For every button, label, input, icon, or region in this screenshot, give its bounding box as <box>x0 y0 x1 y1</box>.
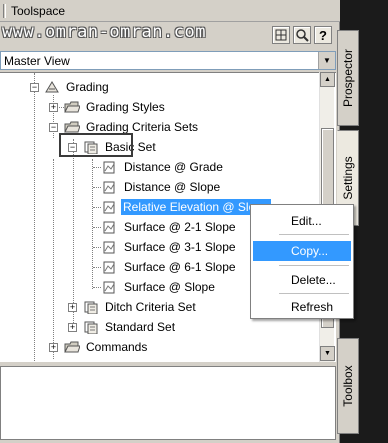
chevron-down-icon[interactable]: ▼ <box>318 52 335 69</box>
tree-node-ditch-criteria-set[interactable]: Ditch Criteria Set <box>103 299 198 315</box>
tree-node-surface-slope[interactable]: Surface @ Slope <box>122 279 217 295</box>
expand-ditch-criteria-set-icon[interactable]: + <box>68 303 77 312</box>
drawing-area <box>360 0 388 443</box>
expand-grading-styles-icon[interactable]: + <box>49 103 58 112</box>
tree-node-distance-slope[interactable]: Distance @ Slope <box>122 179 222 195</box>
tab-settings-label: Settings <box>341 156 355 200</box>
tree-node-relative-elevation-slope[interactable]: Relative Elevation @ Slope <box>121 199 271 215</box>
folder-icon <box>64 100 81 114</box>
search-icon[interactable] <box>293 26 311 44</box>
tree-node-grading[interactable]: Grading <box>64 79 111 95</box>
tree-node-surface-3-1[interactable]: Surface @ 3-1 Slope <box>122 239 238 255</box>
grading-criteria-icon <box>102 260 118 274</box>
tab-toolbox-label: Toolbox <box>341 365 355 407</box>
tree-node-grading-styles[interactable]: Grading Styles <box>84 99 167 115</box>
tab-prospector-label: Prospector <box>341 48 355 108</box>
palette-title: Toolspace <box>11 4 66 18</box>
menu-item-refresh[interactable]: Refresh <box>253 297 351 317</box>
tree-node-commands[interactable]: Commands <box>84 339 149 355</box>
scroll-up-arrow-icon[interactable]: ▲ <box>320 72 335 87</box>
menu-item-delete[interactable]: Delete... <box>253 270 351 290</box>
view-selector-value: Master View <box>4 54 70 68</box>
tree-node-distance-grade[interactable]: Distance @ Grade <box>122 159 225 175</box>
scroll-down-arrow-icon[interactable]: ▼ <box>320 346 335 361</box>
grading-criteria-icon <box>102 220 118 234</box>
collapse-grading-icon[interactable]: − <box>30 83 39 92</box>
collapse-grading-criteria-sets-icon[interactable]: − <box>49 123 58 132</box>
tree-node-standard-set[interactable]: Standard Set <box>103 319 177 335</box>
criteria-set-icon <box>83 300 99 315</box>
tree-node-surface-2-1[interactable]: Surface @ 2-1 Slope <box>122 219 238 235</box>
context-menu: Edit... Copy... Delete... Refresh <box>250 204 354 319</box>
watermark-text: www.omran-omran.com <box>2 22 206 42</box>
grading-icon <box>44 80 60 94</box>
svg-text:?: ? <box>319 28 327 43</box>
menu-item-edit[interactable]: Edit... <box>253 211 351 231</box>
grading-criteria-icon <box>102 200 118 214</box>
criteria-set-icon <box>83 320 99 335</box>
menu-item-copy[interactable]: Copy... <box>253 241 351 261</box>
item-view-panel <box>0 366 336 440</box>
tab-prospector[interactable]: Prospector <box>337 30 359 126</box>
grading-criteria-icon <box>102 160 118 174</box>
grid-icon[interactable] <box>272 26 290 44</box>
tab-toolbox[interactable]: Toolbox <box>337 338 359 434</box>
folder-icon <box>64 340 81 354</box>
expand-commands-icon[interactable]: + <box>49 343 58 352</box>
expand-standard-set-icon[interactable]: + <box>68 323 77 332</box>
grading-criteria-icon <box>102 180 118 194</box>
drag-grip[interactable] <box>3 4 6 18</box>
basic-set-callout-box <box>59 133 133 157</box>
grading-criteria-icon <box>102 280 118 294</box>
tree-node-surface-6-1[interactable]: Surface @ 6-1 Slope <box>122 259 238 275</box>
palette-titlebar[interactable]: Toolspace <box>0 0 340 22</box>
grading-criteria-icon <box>102 240 118 254</box>
view-selector[interactable]: Master View ▼ <box>0 51 336 70</box>
folder-open-icon <box>64 120 81 134</box>
help-icon[interactable]: ? <box>314 26 332 44</box>
